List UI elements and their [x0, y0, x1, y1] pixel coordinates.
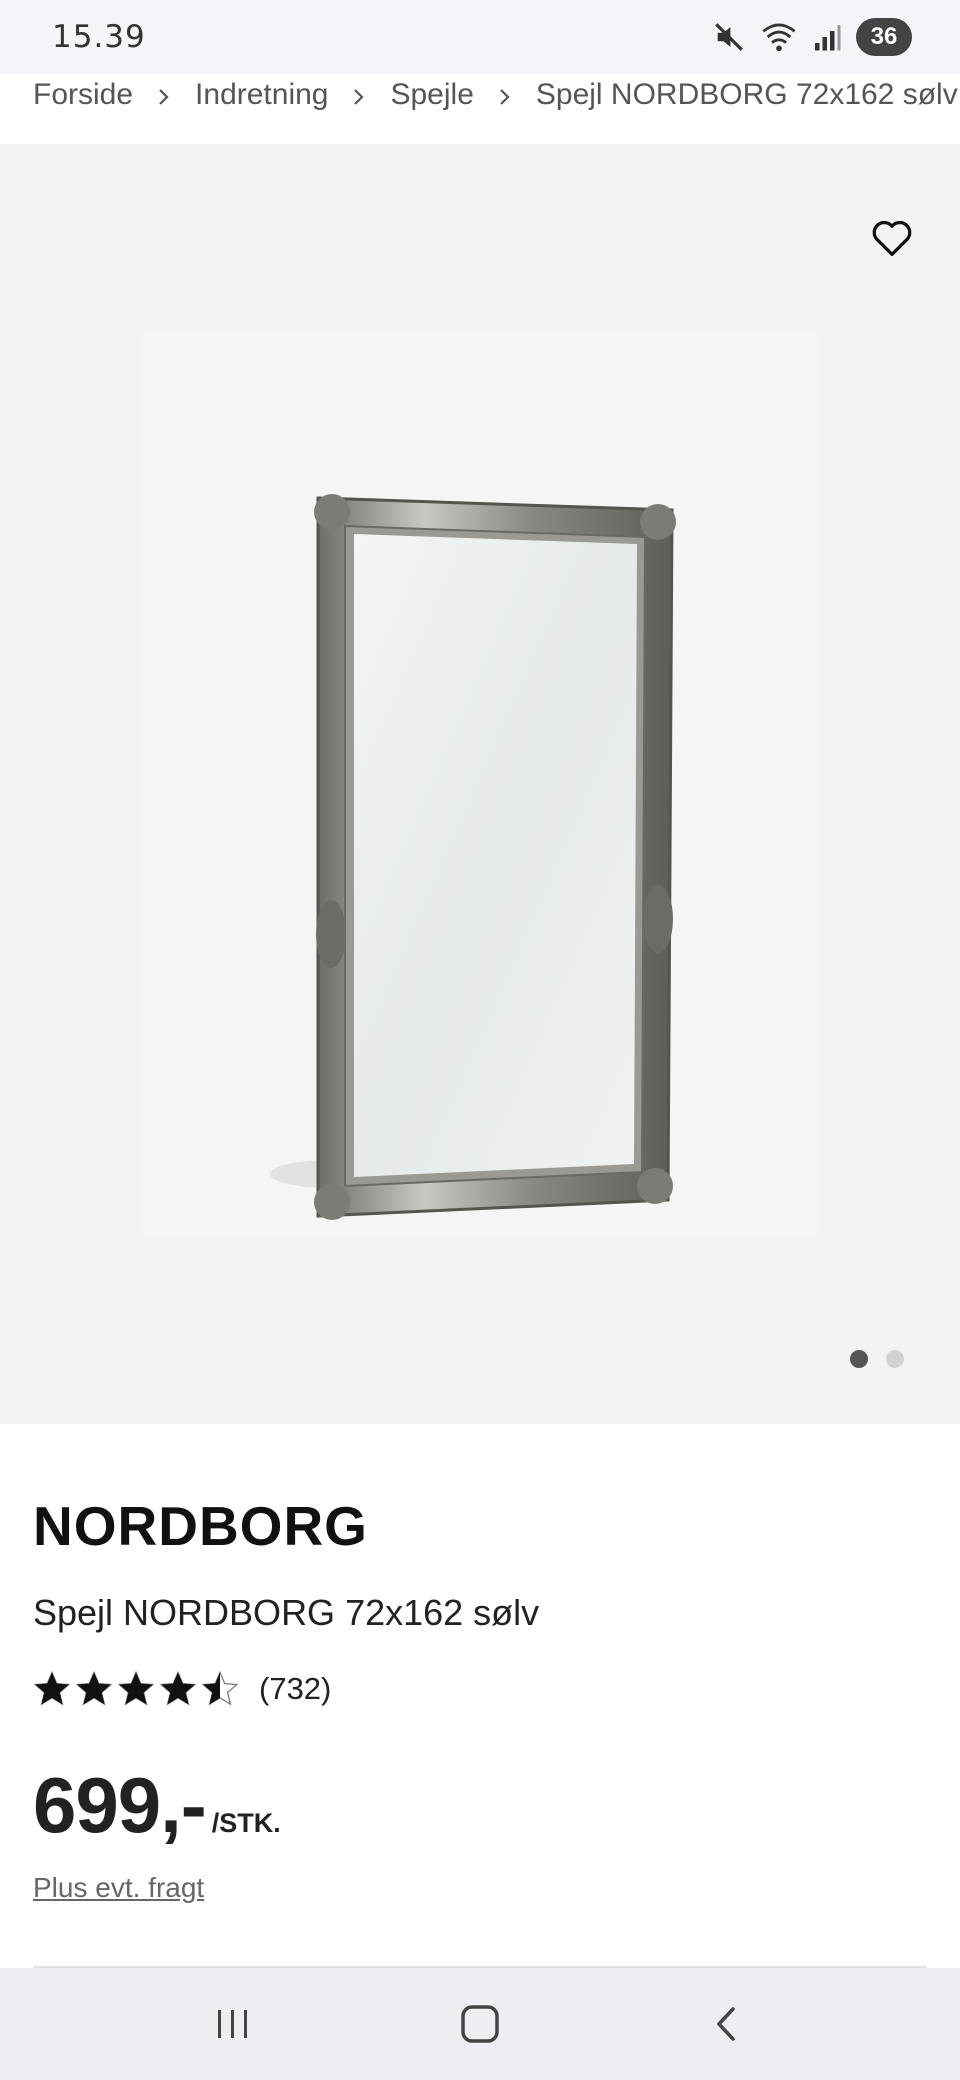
star-icon	[201, 1670, 239, 1706]
breadcrumb-item-current[interactable]: Spejl NORDBORG 72x162 sølv	[536, 78, 958, 112]
gallery-pagination	[850, 1350, 904, 1368]
breadcrumb-item-spejle[interactable]: Spejle	[390, 78, 473, 112]
pagination-dot-active[interactable]	[850, 1350, 868, 1368]
recent-apps-icon[interactable]	[193, 1984, 273, 2064]
rating-stars	[33, 1670, 239, 1708]
price-unit: /STK.	[211, 1808, 281, 1838]
status-bar: 15.39 36	[0, 0, 960, 74]
product-name: Spejl NORDBORG 72x162 sølv	[33, 1592, 540, 1633]
pagination-dot[interactable]	[886, 1350, 904, 1368]
system-nav-bar	[0, 1968, 960, 2080]
battery-indicator: 36	[856, 18, 912, 56]
status-icons: 36	[712, 18, 912, 56]
star-icon	[75, 1670, 113, 1706]
shipping-link[interactable]: Plus evt. fragt	[33, 1872, 204, 1904]
chevron-right-icon	[157, 78, 171, 116]
heart-icon[interactable]	[868, 214, 916, 262]
chevron-right-icon	[352, 78, 366, 116]
review-count[interactable]: (732)	[259, 1671, 331, 1707]
breadcrumb-item-indretning[interactable]: Indretning	[195, 78, 328, 112]
back-icon[interactable]	[687, 1984, 767, 2064]
status-time: 15.39	[52, 19, 146, 55]
star-icon	[117, 1670, 155, 1706]
breadcrumb: Forside Indretning Spejle Spejl NORDBORG…	[0, 74, 960, 144]
mute-icon	[712, 20, 746, 54]
star-icon	[33, 1670, 71, 1706]
breadcrumb-item-forside[interactable]: Forside	[33, 78, 133, 112]
chevron-right-icon	[498, 78, 512, 116]
price-row: 699,- /STK.	[33, 1760, 281, 1851]
product-gallery[interactable]	[0, 144, 960, 1424]
home-icon[interactable]	[440, 1984, 520, 2064]
product-rating[interactable]: (732)	[33, 1670, 331, 1708]
product-brand: NORDBORG	[33, 1495, 368, 1557]
wifi-icon	[760, 20, 798, 54]
product-price: 699,-	[33, 1761, 207, 1849]
mirror-image	[140, 334, 820, 1234]
signal-icon	[812, 22, 842, 52]
star-icon	[159, 1670, 197, 1706]
